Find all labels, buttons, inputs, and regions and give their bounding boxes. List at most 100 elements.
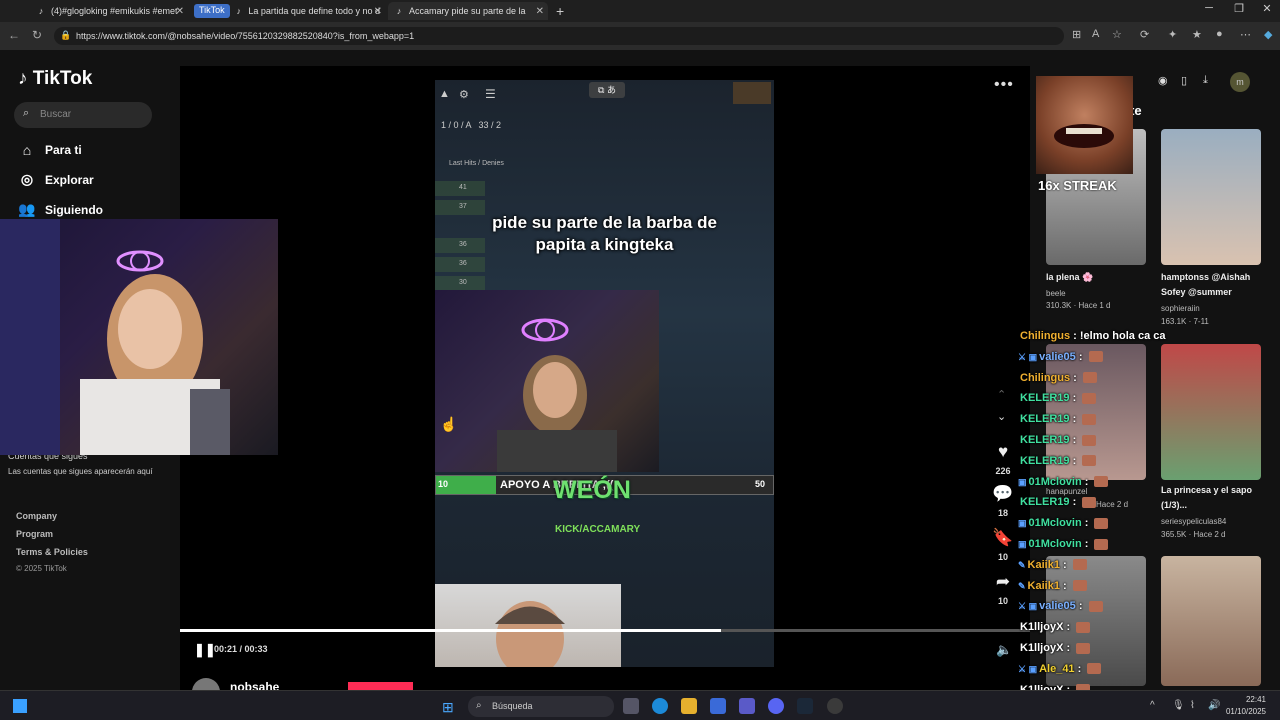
microphone-icon[interactable]: 🎙 — [1172, 700, 1185, 711]
footer-link-terms[interactable]: Terms & Policies — [16, 547, 88, 557]
chevron-down-icon[interactable]: ⌄ — [997, 410, 1006, 423]
minimize-button[interactable]: ─ — [1194, 2, 1224, 14]
pause-button[interactable]: ❚❚ — [194, 642, 216, 658]
footer-link-program[interactable]: Program — [16, 529, 53, 539]
video-settings-icon[interactable]: ⧉ あ — [589, 82, 625, 98]
kick-handle: KICK/ACCAMARY — [555, 524, 641, 535]
tiktok-logo[interactable]: ♪ TikTok — [18, 68, 92, 90]
volume-icon[interactable]: 🔊 — [1208, 700, 1220, 711]
chrome-icon[interactable] — [827, 698, 843, 714]
menu-icon[interactable]: ⋯ — [1240, 28, 1251, 41]
chat-username: KELER19 — [1020, 392, 1070, 405]
webcam-silhouette — [0, 219, 230, 455]
game-hud: 1 / 0 / A 33 / 2 — [441, 120, 501, 130]
profile-icon[interactable]: ● — [1216, 28, 1223, 40]
browser-tab[interactable]: ♪ (4)#glogloking #emikukis #emet ✕ — [30, 2, 188, 20]
more-options-button[interactable]: ••• — [994, 76, 1014, 94]
emote-icon — [1094, 476, 1109, 488]
url-text: https://www.tiktok.com/@nobsahe/video/75… — [76, 31, 415, 41]
clock-date[interactable]: 01/10/2025 — [1224, 707, 1266, 716]
new-tab-button[interactable]: + — [556, 3, 564, 19]
chevron-up-icon[interactable]: ^ — [1150, 700, 1155, 711]
maximize-button[interactable]: ❐ — [1224, 2, 1254, 15]
chevron-up-icon[interactable]: ⌃ — [997, 388, 1006, 401]
card-user[interactable]: hanapunzel — [1046, 487, 1087, 496]
chat-message: KELER19 : — [1018, 455, 1097, 467]
follow-button[interactable] — [348, 682, 413, 690]
close-icon[interactable]: ✕ — [536, 6, 544, 17]
chat-separator: : — [1075, 350, 1086, 363]
translate-icon[interactable]: A — [1092, 28, 1099, 40]
chat-username: KELER19 — [1020, 413, 1070, 426]
nav-explore[interactable]: ◎ Explorar — [18, 171, 94, 188]
card-title[interactable]: hamptonss @Aishah Sofey @summer — [1161, 270, 1271, 300]
edge-icon[interactable] — [652, 698, 668, 714]
close-icon[interactable]: ✕ — [176, 6, 184, 17]
back-icon[interactable]: ← — [8, 28, 20, 42]
user-avatar[interactable]: m — [1230, 72, 1250, 92]
chat-message: K1lljoyX : — [1018, 642, 1091, 654]
store-icon[interactable] — [710, 698, 726, 714]
nav-following[interactable]: 👥 Siguiendo — [18, 201, 103, 218]
card-user[interactable]: beele — [1046, 289, 1066, 298]
video-thumbnail[interactable] — [1161, 129, 1261, 265]
close-icon[interactable]: ✕ — [374, 6, 382, 17]
video-thumbnail[interactable] — [1161, 556, 1261, 686]
share-button[interactable]: ➦ 10 — [992, 572, 1014, 606]
chat-message: KELER19 : — [1018, 392, 1097, 405]
chat-badges: ▣ — [1018, 476, 1027, 487]
nav-for-you[interactable]: ⌂ Para ti — [18, 142, 82, 158]
clock-time[interactable]: 22:41 — [1224, 695, 1266, 704]
site-info-icon[interactable]: 🔒 — [60, 30, 71, 41]
tab-group-chip[interactable]: TikTok — [194, 4, 230, 18]
comment-button[interactable]: 💬 18 — [992, 484, 1014, 518]
card-user[interactable]: seriesypeliculas84 — [1161, 517, 1226, 526]
compass-icon[interactable]: ◉ — [1158, 74, 1168, 87]
url-field[interactable]: 🔒 https://www.tiktok.com/@nobsahe/video/… — [54, 27, 1064, 45]
chat-separator: : — [1063, 621, 1074, 634]
file-explorer-icon[interactable] — [681, 698, 697, 714]
video-progress-bar[interactable] — [180, 629, 1030, 632]
download-icon[interactable]: ⤓ — [1203, 74, 1208, 87]
video-thumbnail[interactable] — [1161, 344, 1261, 480]
like-button[interactable]: ♥ 226 — [992, 442, 1014, 476]
card-user[interactable]: sophieraiin — [1161, 304, 1200, 313]
card-title[interactable]: la plena 🌸 — [1046, 270, 1146, 285]
discord-icon[interactable] — [768, 698, 784, 714]
browser-tab-active[interactable]: ♪ Accamary pide su parte de la ✕ — [388, 2, 548, 20]
video-player[interactable]: ▲ ⚙ ☰ ⧉ あ 1 / 0 / A 33 / 2 Last Hits / D… — [435, 80, 774, 667]
footer-link-company[interactable]: Company — [16, 511, 57, 521]
widgets-icon[interactable] — [13, 699, 27, 713]
volume-button[interactable]: 🔈 — [996, 642, 1012, 658]
task-view-icon[interactable] — [623, 698, 639, 714]
chat-separator: : — [1074, 662, 1085, 675]
browser-tab[interactable]: ♪ La partida que define todo y no d ✕ — [228, 2, 386, 20]
search-input[interactable]: ⌕ Buscar — [14, 102, 152, 128]
chat-username: 01Mclovin — [1028, 538, 1082, 550]
save-button[interactable]: 🔖 10 — [992, 528, 1014, 562]
teams-icon[interactable] — [739, 698, 755, 714]
favorites-icon[interactable]: ★ — [1192, 28, 1202, 41]
copilot-icon[interactable]: ◆ — [1264, 28, 1272, 41]
taskbar-search[interactable]: ⌕ Búsqueda — [468, 696, 614, 717]
hud-stats: 1 / 0 / A 33 / 2 — [441, 120, 502, 130]
chat-message: ▣ 01Mclovin : — [1018, 538, 1109, 550]
extensions-icon[interactable]: ✦ — [1168, 28, 1177, 41]
mobile-icon[interactable]: ▯ — [1181, 74, 1187, 87]
face-silhouette — [495, 601, 565, 667]
refresh-icon[interactable]: ⟳ — [1140, 28, 1149, 41]
search-icon: ⌕ — [476, 700, 482, 711]
card-meta: Hace 2 d — [1096, 500, 1129, 509]
network-icon[interactable]: ⌇ — [1190, 700, 1195, 711]
chat-username: 01Mclovin — [1028, 517, 1082, 530]
windows-start-icon[interactable]: ⊞ — [442, 699, 454, 716]
emote-icon — [1082, 413, 1097, 425]
close-window-button[interactable]: ✕ — [1252, 2, 1280, 15]
emote-icon — [1072, 559, 1087, 571]
address-bar: ← ↻ 🔒 https://www.tiktok.com/@nobsahe/vi… — [0, 22, 1280, 50]
reload-icon[interactable]: ↻ — [32, 28, 42, 42]
steam-icon[interactable] — [797, 698, 813, 714]
favorite-star-icon[interactable]: ☆ — [1112, 28, 1122, 41]
card-title[interactable]: La princesa y el sapo (1/3)... — [1161, 483, 1266, 513]
app-install-icon[interactable]: ⊞ — [1072, 28, 1081, 41]
